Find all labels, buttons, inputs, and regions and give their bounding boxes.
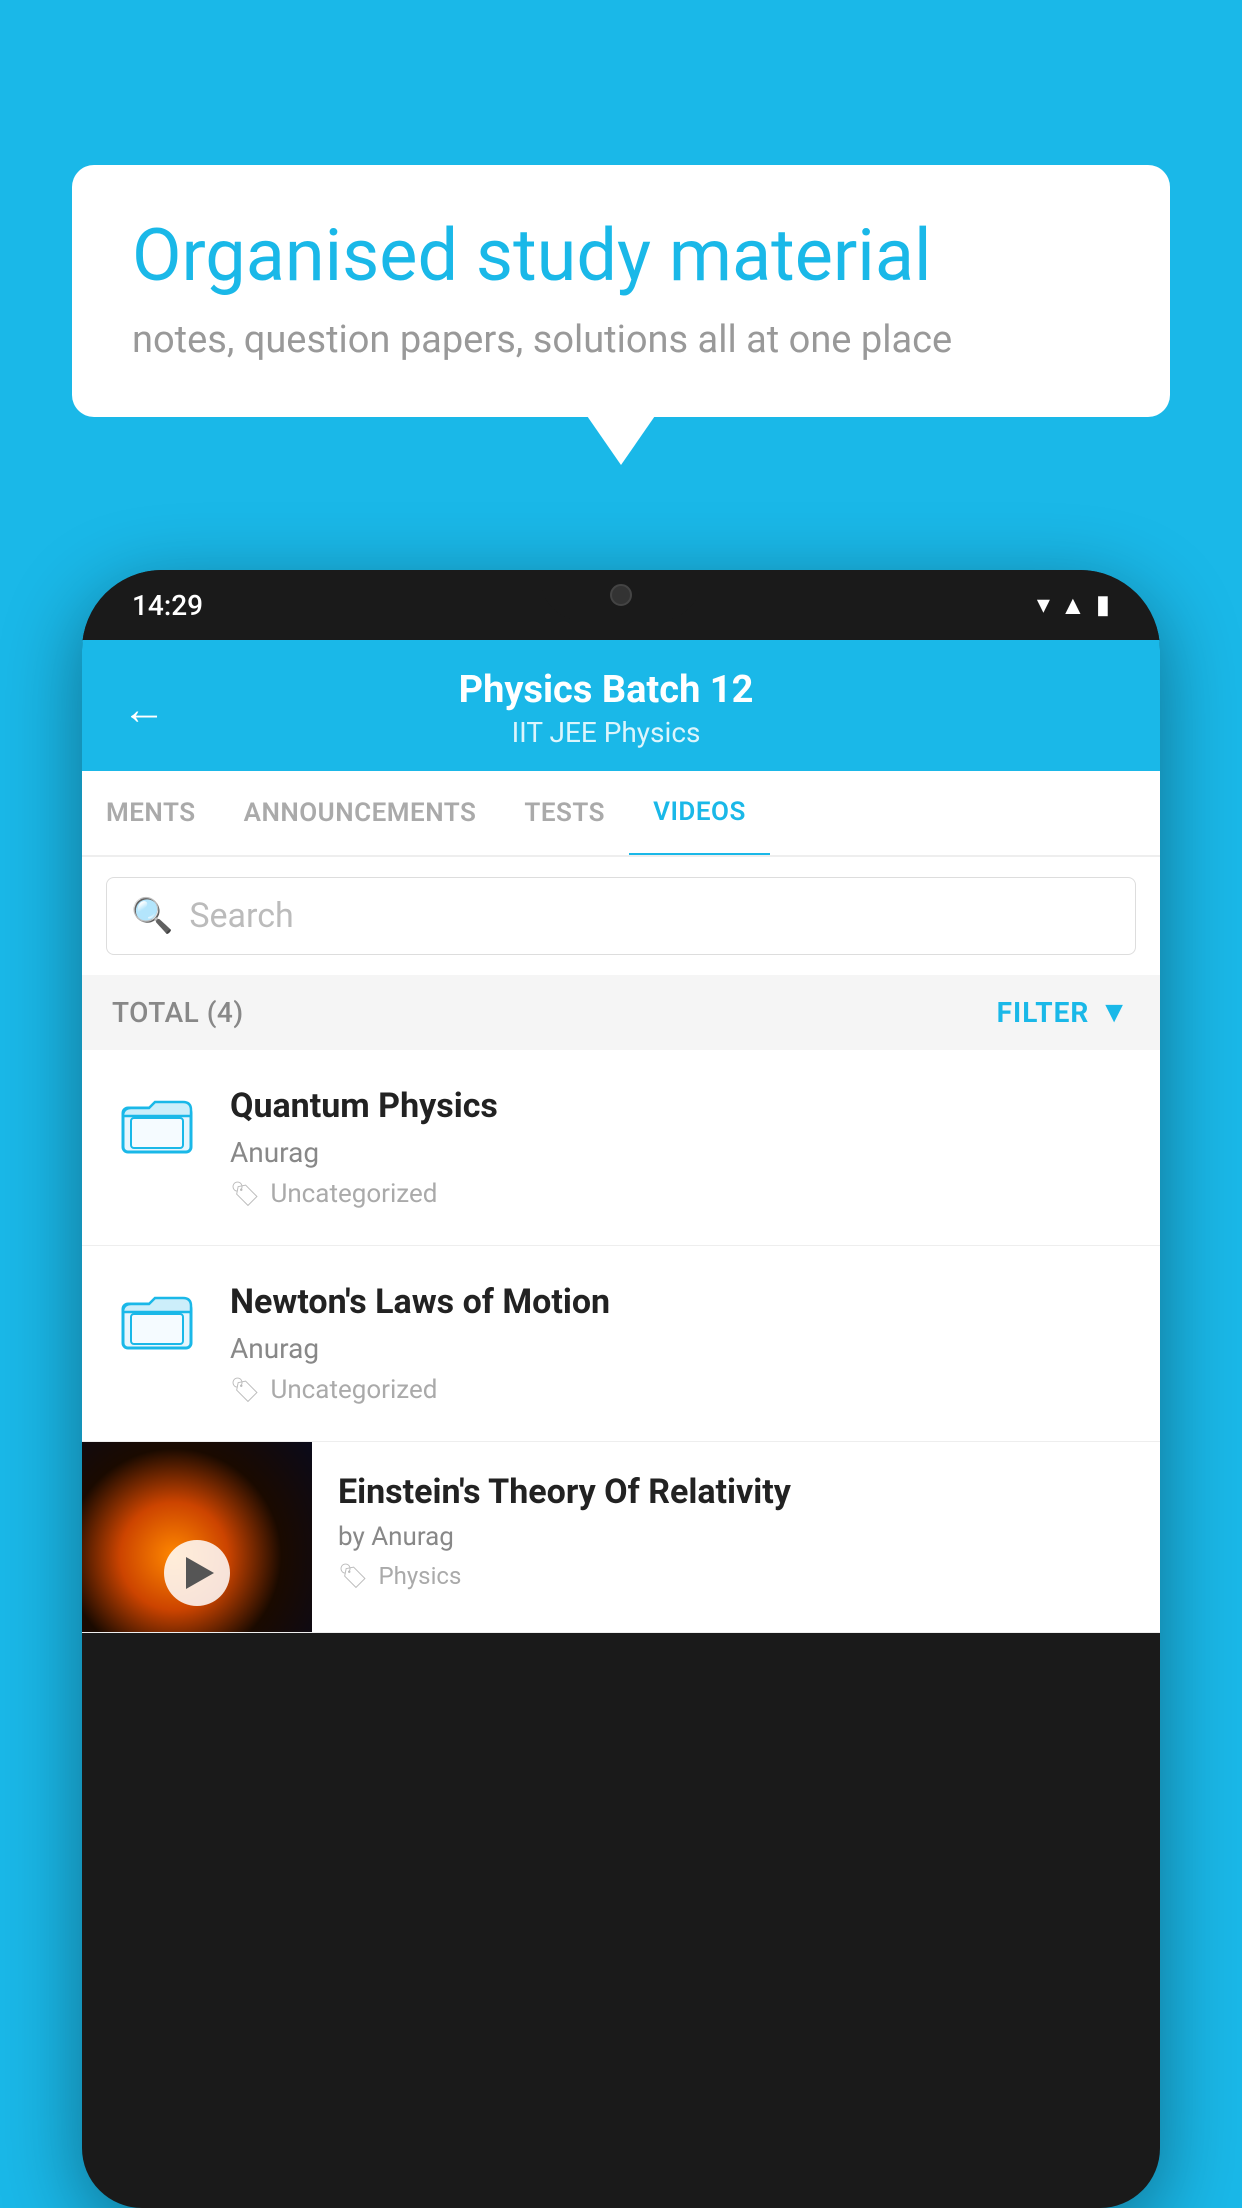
app-header: ← Physics Batch 12 IIT JEE Physics <box>82 640 1160 771</box>
search-input-wrap[interactable]: 🔍 Search <box>106 877 1136 955</box>
filter-icon: ▼ <box>1099 995 1130 1030</box>
item-text: Einstein's Theory Of Relativity by Anura… <box>312 1442 1160 1620</box>
back-button[interactable]: ← <box>122 683 166 735</box>
play-triangle-icon <box>186 1557 214 1589</box>
battery-icon: ▮ <box>1096 590 1110 620</box>
item-title: Quantum Physics <box>230 1086 1130 1126</box>
item-text: Quantum Physics Anurag 🏷 Uncategorized <box>230 1086 1130 1209</box>
item-tag: 🏷 Physics <box>338 1562 1134 1590</box>
tabs-bar: MENTS ANNOUNCEMENTS TESTS VIDEOS <box>82 771 1160 857</box>
video-thumbnail <box>82 1442 312 1632</box>
item-text: Newton's Laws of Motion Anurag 🏷 Uncateg… <box>230 1282 1130 1405</box>
header-title-block: Physics Batch 12 IIT JEE Physics <box>196 668 1016 749</box>
item-icon-wrap <box>112 1092 202 1156</box>
signal-icon: ▲ <box>1060 590 1086 621</box>
content-list: Quantum Physics Anurag 🏷 Uncategorized N… <box>82 1050 1160 1633</box>
tag-label: Uncategorized <box>270 1375 437 1405</box>
batch-title: Physics Batch 12 <box>196 668 1016 712</box>
item-tag: 🏷 Uncategorized <box>230 1375 1130 1405</box>
list-item-video[interactable]: Einstein's Theory Of Relativity by Anura… <box>82 1442 1160 1633</box>
speech-bubble: Organised study material notes, question… <box>72 165 1170 417</box>
list-item[interactable]: Quantum Physics Anurag 🏷 Uncategorized <box>82 1050 1160 1246</box>
item-author: Anurag <box>230 1136 1130 1169</box>
play-button[interactable] <box>164 1540 230 1606</box>
search-bar-container: 🔍 Search <box>82 857 1160 975</box>
folder-icon <box>121 1092 193 1156</box>
list-item[interactable]: Newton's Laws of Motion Anurag 🏷 Uncateg… <box>82 1246 1160 1442</box>
item-author: Anurag <box>230 1332 1130 1365</box>
item-icon-wrap <box>112 1288 202 1352</box>
tab-tests[interactable]: TESTS <box>500 772 629 854</box>
bubble-title: Organised study material <box>132 215 1110 298</box>
search-icon: 🔍 <box>131 896 173 936</box>
filter-button[interactable]: FILTER ▼ <box>997 995 1130 1030</box>
item-author: by Anurag <box>338 1522 1134 1552</box>
item-title: Einstein's Theory Of Relativity <box>338 1472 1134 1512</box>
tab-videos[interactable]: VIDEOS <box>629 771 770 857</box>
phone-notch <box>541 570 701 620</box>
total-count: TOTAL (4) <box>112 996 244 1029</box>
item-title: Newton's Laws of Motion <box>230 1282 1130 1322</box>
tag-icon: 🏷 <box>230 1180 260 1208</box>
item-tag: 🏷 Uncategorized <box>230 1179 1130 1209</box>
tag-icon: 🏷 <box>338 1562 368 1590</box>
phone-frame: 14:29 ▾ ▲ ▮ ← Physics Batch 12 IIT JEE P… <box>82 570 1160 2208</box>
wifi-icon: ▾ <box>1037 590 1050 620</box>
status-bar: 14:29 ▾ ▲ ▮ <box>82 570 1160 640</box>
folder-icon <box>121 1288 193 1352</box>
filter-row: TOTAL (4) FILTER ▼ <box>82 975 1160 1050</box>
filter-label: FILTER <box>997 996 1090 1029</box>
tag-icon: 🏷 <box>230 1376 260 1404</box>
tab-announcements[interactable]: ANNOUNCEMENTS <box>220 772 501 854</box>
tag-label: Physics <box>378 1562 461 1590</box>
bubble-subtitle: notes, question papers, solutions all at… <box>132 318 1110 362</box>
front-camera <box>610 584 632 606</box>
batch-subtitle: IIT JEE Physics <box>196 716 1016 749</box>
tag-label: Uncategorized <box>270 1179 437 1209</box>
status-icons: ▾ ▲ ▮ <box>1037 590 1110 621</box>
status-time: 14:29 <box>132 589 203 622</box>
search-placeholder-text: Search <box>189 896 293 936</box>
tab-ments[interactable]: MENTS <box>82 772 220 854</box>
